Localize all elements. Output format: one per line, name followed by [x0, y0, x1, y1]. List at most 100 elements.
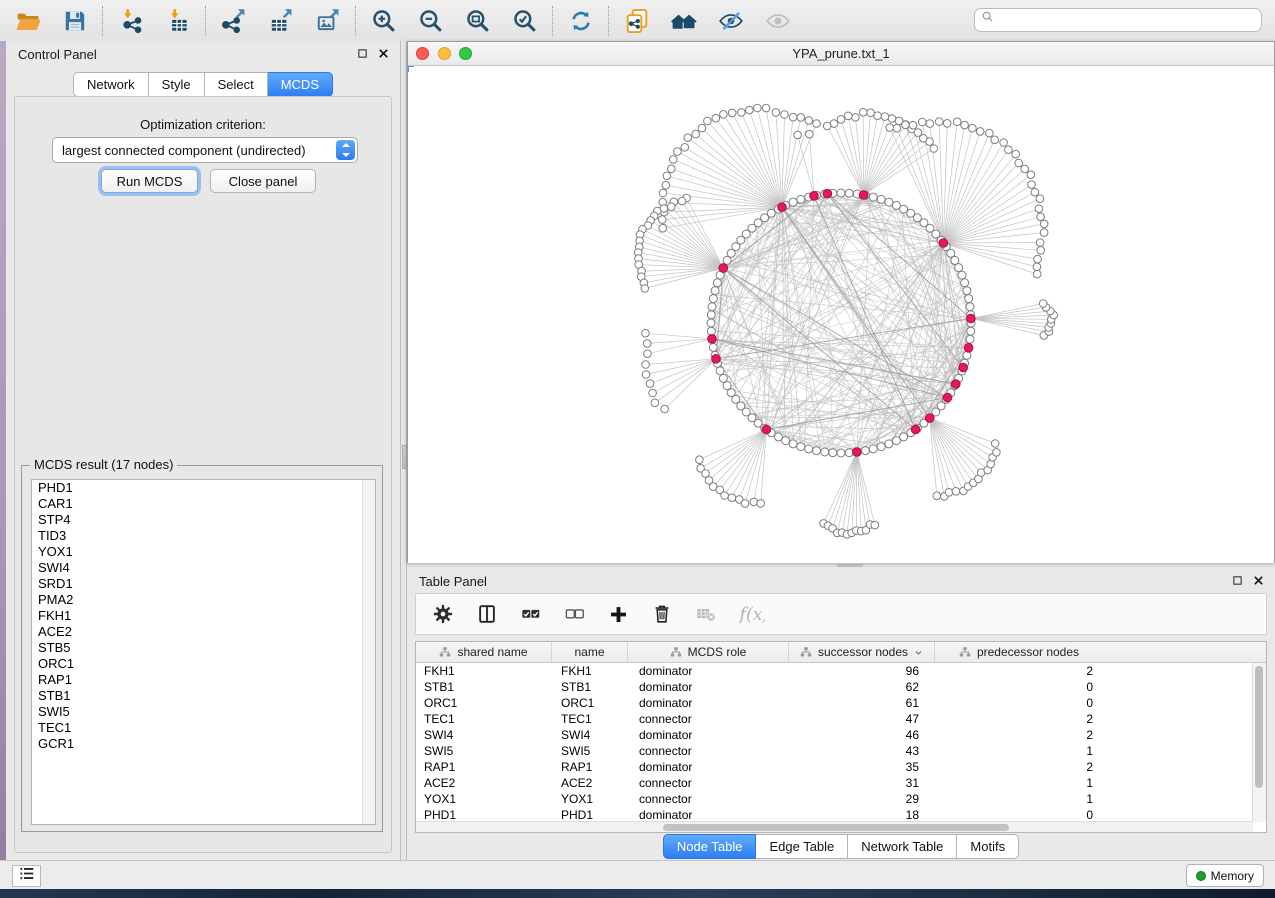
network-window-titlebar[interactable]: YPA_prune.txt_1 [408, 42, 1274, 66]
column-header-MCDS-role[interactable]: MCDS role [628, 642, 789, 662]
vertical-splitter[interactable] [400, 41, 407, 860]
cell: SWI4 [552, 727, 628, 743]
result-node[interactable]: STP4 [32, 512, 375, 528]
column-header-shared-name[interactable]: shared name [416, 642, 552, 662]
network-graph[interactable] [408, 66, 1274, 563]
cell: 2 [935, 711, 1103, 727]
tab-node-table[interactable]: Node Table [663, 834, 757, 859]
criterion-dropdown[interactable]: largest connected component (undirected) [52, 137, 358, 163]
column-header-predecessor-nodes[interactable]: predecessor nodes [935, 642, 1103, 662]
cell: FKH1 [416, 663, 552, 679]
close-icon[interactable] [1252, 574, 1265, 587]
result-node[interactable]: TEC1 [32, 720, 375, 736]
tab-mcds[interactable]: MCDS [268, 72, 333, 97]
result-node[interactable]: STB1 [32, 688, 375, 704]
table-row[interactable]: PHD1PHD1dominator180 [416, 807, 1253, 822]
result-node[interactable]: GCR1 [32, 736, 375, 752]
tab-network-table[interactable]: Network Table [848, 834, 957, 859]
mcds-result-list[interactable]: PHD1CAR1STP4TID3YOX1SWI4SRD1PMA2FKH1ACE2… [31, 479, 376, 825]
table-row[interactable]: ACE2ACE2connector311 [416, 775, 1253, 791]
plus-icon[interactable] [608, 604, 629, 625]
zoom-out-icon[interactable] [417, 7, 444, 34]
close-panel-button[interactable]: Close panel [210, 169, 316, 193]
search-input[interactable] [996, 12, 1261, 28]
zoom-selected-icon[interactable] [511, 7, 538, 34]
table-row[interactable]: TEC1TEC1connector472 [416, 711, 1253, 727]
result-node[interactable]: YOX1 [32, 544, 375, 560]
result-node[interactable]: ORC1 [32, 656, 375, 672]
zoom-in-icon[interactable] [370, 7, 397, 34]
table-row[interactable]: YOX1YOX1connector291 [416, 791, 1253, 807]
table-row[interactable]: SWI4SWI4dominator462 [416, 727, 1253, 743]
tab-motifs[interactable]: Motifs [957, 834, 1019, 859]
save-icon[interactable] [61, 7, 88, 34]
refresh-icon[interactable] [567, 7, 594, 34]
cell: 43 [789, 743, 935, 759]
cell: 1 [935, 791, 1103, 807]
table-row[interactable]: FKH1FKH1dominator962 [416, 663, 1253, 679]
result-node[interactable]: PMA2 [32, 592, 375, 608]
result-node[interactable]: CAR1 [32, 496, 375, 512]
eye-slash-icon[interactable] [717, 7, 744, 34]
table-vertical-scrollbar[interactable] [1252, 663, 1266, 822]
network-view-frame: YPA_prune.txt_1 [407, 41, 1275, 563]
close-icon[interactable] [377, 47, 390, 60]
cell: connector [628, 711, 789, 727]
cell: connector [628, 743, 789, 759]
table-row[interactable]: STB1STB1dominator620 [416, 679, 1253, 695]
result-list-scrollbar[interactable] [362, 480, 375, 824]
cell: STB1 [552, 679, 628, 695]
result-node[interactable]: PHD1 [32, 480, 375, 496]
splitter-grip[interactable] [837, 564, 863, 567]
scrollbar-thumb[interactable] [1255, 666, 1263, 788]
copy-network-icon[interactable] [623, 7, 650, 34]
table-row[interactable]: RAP1RAP1dominator352 [416, 759, 1253, 775]
gear-icon[interactable] [432, 603, 454, 625]
tab-style[interactable]: Style [149, 72, 205, 97]
export-table-icon[interactable] [267, 7, 294, 34]
import-network-icon[interactable] [117, 7, 144, 34]
table-row[interactable]: SWI5SWI5connector431 [416, 743, 1253, 759]
unchecked-boxes-icon[interactable] [564, 603, 586, 625]
memory-button[interactable]: Memory [1186, 864, 1264, 887]
result-node[interactable]: STB5 [32, 640, 375, 656]
table-row[interactable]: ORC1ORC1dominator610 [416, 695, 1253, 711]
network-canvas[interactable] [408, 66, 1274, 563]
task-history-button[interactable] [12, 865, 41, 887]
tab-select[interactable]: Select [205, 72, 268, 97]
export-network-icon[interactable] [220, 7, 247, 34]
float-window-icon[interactable] [1231, 574, 1244, 587]
table-horizontal-scrollbar[interactable] [416, 821, 1253, 832]
folder-open-icon[interactable] [14, 7, 41, 34]
cell: 31 [789, 775, 935, 791]
result-node[interactable]: SWI4 [32, 560, 375, 576]
result-node[interactable]: FKH1 [32, 608, 375, 624]
houses-icon[interactable] [670, 7, 697, 34]
cell: 1 [935, 743, 1103, 759]
result-node[interactable]: SWI5 [32, 704, 375, 720]
import-table-icon[interactable] [164, 7, 191, 34]
result-node[interactable]: SRD1 [32, 576, 375, 592]
result-node[interactable]: RAP1 [32, 672, 375, 688]
cell: ORC1 [416, 695, 552, 711]
cell: 2 [935, 663, 1103, 679]
run-mcds-button[interactable]: Run MCDS [101, 169, 198, 193]
result-node[interactable]: ACE2 [32, 624, 375, 640]
columns-icon[interactable] [476, 603, 498, 625]
checked-boxes-icon[interactable] [520, 603, 542, 625]
column-header-name[interactable]: name [552, 642, 628, 662]
column-header-successor-nodes[interactable]: successor nodes [789, 642, 935, 662]
export-image-icon[interactable] [314, 7, 341, 34]
frame-focus-accent [408, 66, 414, 72]
tab-edge-table[interactable]: Edge Table [756, 834, 848, 859]
scrollbar-thumb[interactable] [663, 824, 1009, 831]
tab-network[interactable]: Network [73, 72, 149, 97]
optimization-criterion-label: Optimization criterion: [15, 117, 391, 132]
result-node[interactable]: TID3 [32, 528, 375, 544]
trash-icon[interactable] [651, 603, 673, 625]
search-box[interactable] [974, 8, 1262, 32]
zoom-fit-icon[interactable] [464, 7, 491, 34]
cell: PHD1 [416, 807, 552, 822]
float-window-icon[interactable] [356, 47, 369, 60]
table-tabs: Node TableEdge TableNetwork TableMotifs [407, 834, 1275, 859]
